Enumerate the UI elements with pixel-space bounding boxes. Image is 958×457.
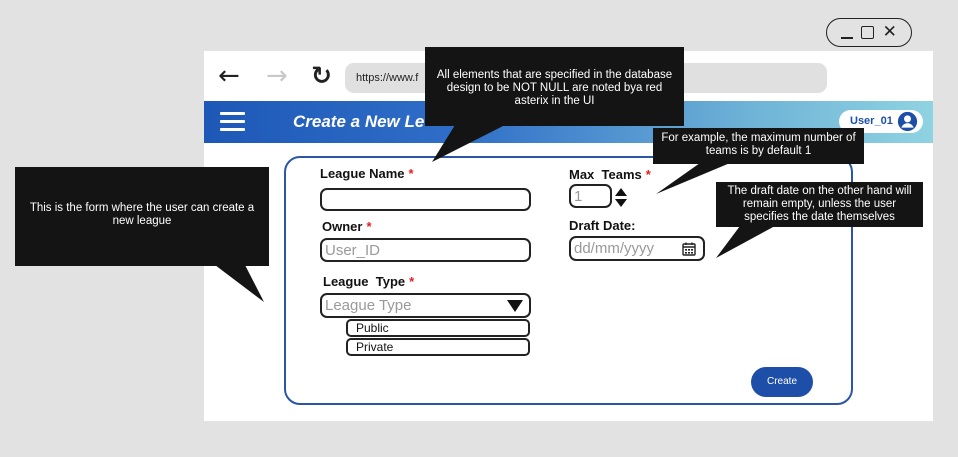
league-name-label: League Name * <box>320 166 414 181</box>
user-avatar-icon <box>897 111 918 132</box>
owner-label: Owner * <box>322 219 372 234</box>
create-button[interactable]: Create <box>751 367 813 397</box>
draft-date-placeholder: dd/mm/yyyy <box>574 240 655 257</box>
close-icon[interactable]: ✕ <box>883 24 897 41</box>
owner-input[interactable]: User_ID <box>320 238 531 262</box>
league-type-placeholder: League Type <box>325 297 412 314</box>
page-title: Create a New Le <box>293 112 425 131</box>
required-asterisk: * <box>366 219 372 234</box>
required-asterisk: * <box>645 167 651 182</box>
required-asterisk: * <box>408 166 414 181</box>
maximize-icon[interactable] <box>861 26 875 39</box>
callout-max-teams: For example, the maximum number of teams… <box>653 128 864 164</box>
reload-icon[interactable]: ↻ <box>311 63 332 89</box>
back-arrow-icon[interactable]: ← <box>218 63 240 89</box>
minimize-icon[interactable] <box>841 36 854 39</box>
draft-date-input[interactable]: dd/mm/yyyy <box>569 236 705 261</box>
league-type-option-public[interactable]: Public <box>346 319 530 337</box>
calendar-icon[interactable] <box>682 242 696 256</box>
required-asterisk: * <box>409 274 415 289</box>
dropdown-arrow-icon <box>507 300 523 312</box>
callout-form-description: This is the form where the user can crea… <box>15 167 269 266</box>
stepper-arrows-icon[interactable] <box>615 188 627 208</box>
forward-arrow-icon[interactable]: → <box>266 63 288 89</box>
user-name: User_01 <box>850 115 893 127</box>
league-type-select[interactable]: League Type <box>320 293 531 318</box>
window-controls: ✕ <box>826 18 912 47</box>
draft-date-label: Draft Date: <box>569 218 636 233</box>
max-teams-input[interactable]: 1 <box>569 184 612 208</box>
hamburger-menu-icon[interactable] <box>220 112 245 131</box>
callout-draft-date: The draft date on the other hand will re… <box>716 182 923 227</box>
callout-not-null: All elements that are specified in the d… <box>425 47 684 126</box>
max-teams-label: Max Teams * <box>569 167 651 182</box>
league-name-input[interactable] <box>320 188 531 211</box>
league-type-option-private[interactable]: Private <box>346 338 530 356</box>
title-bar: ✕ <box>204 13 933 51</box>
league-type-label: League Type * <box>323 274 415 289</box>
